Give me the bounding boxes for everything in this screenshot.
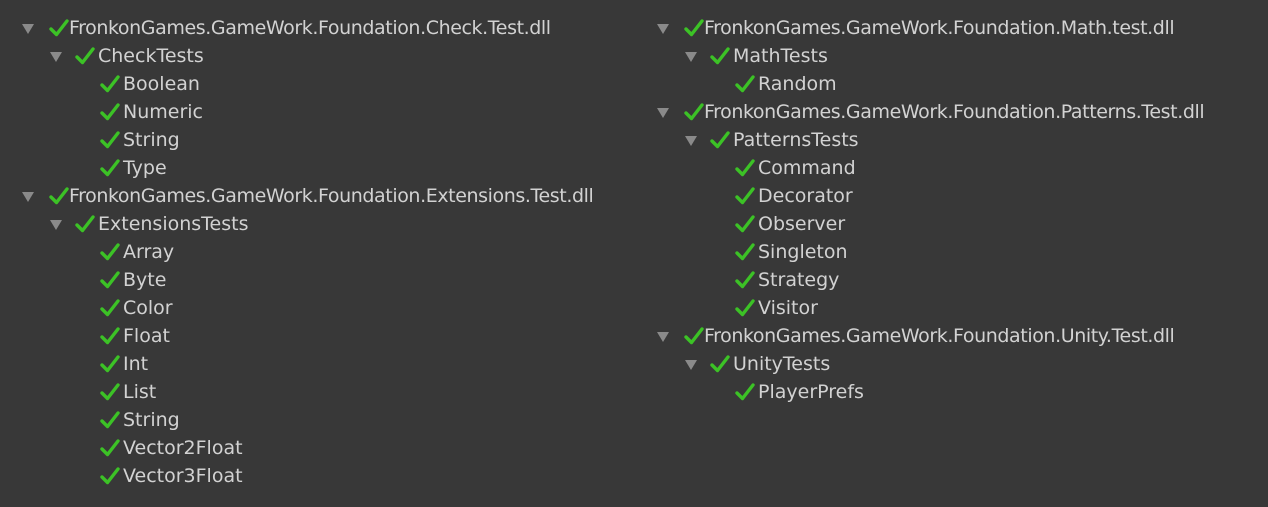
tree-node-label: Type [123,157,167,179]
tree-node-label: Decorator [758,185,853,207]
checkmark-icon [100,411,120,429]
expand-arrow-icon[interactable] [685,136,697,146]
expand-arrow-icon[interactable] [50,52,62,62]
checkmark-icon [735,215,755,233]
checkmark-icon [49,187,69,205]
expand-arrow-icon[interactable] [657,24,669,34]
tree-node-label: Command [758,157,856,179]
tree-node-label: Vector2Float [123,437,243,459]
tree-node-label: Int [123,353,149,375]
expand-arrow-icon[interactable] [657,332,669,342]
checkmark-icon [100,75,120,93]
checkmark-icon [735,383,755,401]
tree-node-label: String [123,129,180,151]
checkmark-icon [100,271,120,289]
expand-arrow-icon[interactable] [685,52,697,62]
tree-node-label: Observer [758,213,846,235]
tree-node-label: FronkonGames.GameWork.Foundation.Unity.T… [704,325,1175,347]
checkmark-icon [100,131,120,149]
checkmark-icon [100,467,120,485]
checkmark-icon [735,271,755,289]
expand-arrow-icon[interactable] [50,220,62,230]
tree-node-label: FronkonGames.GameWork.Foundation.Math.te… [704,17,1175,39]
tree-node-label: Vector3Float [123,465,243,487]
tree-node-label: Random [758,73,837,95]
tree-node-label: MathTests [733,45,828,67]
tree-node-label: ExtensionsTests [98,213,249,235]
checkmark-icon [735,159,755,177]
checkmark-icon [100,327,120,345]
tree-node-label: List [123,381,157,403]
tree-node-label: PatternsTests [733,129,859,151]
tree-node-label: Strategy [758,269,840,291]
checkmark-icon [684,19,704,37]
tree-node-label: FronkonGames.GameWork.Foundation.Pattern… [704,101,1205,123]
tree-node-label: Singleton [758,241,848,263]
tree-node-label: CheckTests [98,45,204,67]
tree-node-label: String [123,409,180,431]
checkmark-icon [735,243,755,261]
tree-node-label: FronkonGames.GameWork.Foundation.Check.T… [69,17,551,39]
expand-arrow-icon[interactable] [22,192,34,202]
checkmark-icon [100,383,120,401]
expand-arrow-icon[interactable] [22,24,34,34]
checkmark-icon [710,131,730,149]
expand-arrow-icon[interactable] [685,360,697,370]
tree-node-label: UnityTests [733,353,831,375]
checkmark-icon [100,243,120,261]
tree-node-label: Visitor [758,297,818,319]
checkmark-icon [100,159,120,177]
tree-node-label: FronkonGames.GameWork.Foundation.Extensi… [69,185,594,207]
checkmark-icon [735,75,755,93]
checkmark-icon [684,103,704,121]
checkmark-icon [710,47,730,65]
tree-node-label: PlayerPrefs [758,381,864,403]
checkmark-icon [75,47,95,65]
checkmark-icon [710,355,730,373]
checkmark-icon [735,299,755,317]
tree-node-label: Array [123,241,175,263]
checkmark-icon [684,327,704,345]
tree-node-label: Color [123,297,173,319]
tree-node-label: Numeric [123,101,203,123]
checkmark-icon [100,355,120,373]
checkmark-icon [75,215,95,233]
checkmark-icon [100,439,120,457]
tree-node-label: Boolean [123,73,200,95]
tree-node-label: Byte [123,269,167,291]
checkmark-icon [49,19,69,37]
expand-arrow-icon[interactable] [657,108,669,118]
checkmark-icon [100,299,120,317]
tree-node-label: Float [123,325,170,347]
checkmark-icon [735,187,755,205]
checkmark-icon [100,103,120,121]
